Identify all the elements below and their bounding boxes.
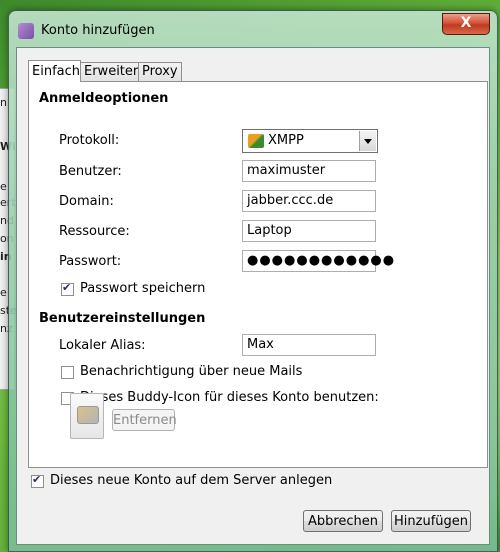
remember-password-label[interactable]: Passwort speichern <box>80 281 205 296</box>
remove-icon-button[interactable]: Entfernen <box>112 409 177 431</box>
mail-notify-label[interactable]: Benachrichtigung über neue Mails <box>80 364 302 379</box>
buddy-icon-label[interactable]: Dieses Buddy-Icon für dieses Konto benut… <box>80 390 379 405</box>
background-text: e <box>0 180 7 193</box>
close-button[interactable]: X <box>442 13 490 35</box>
user-label: Benutzer: <box>59 164 122 179</box>
user-input[interactable]: maximuster <box>242 160 376 182</box>
xmpp-icon <box>248 134 264 148</box>
remember-password-checkbox[interactable] <box>61 281 74 296</box>
tab-einfach[interactable]: Einfach <box>28 60 81 82</box>
alias-input[interactable]: Max <box>242 334 376 356</box>
pidgin-app-icon <box>18 23 34 39</box>
cancel-button[interactable]: Abbrechen <box>303 510 383 532</box>
tab-label: Einfach <box>32 64 80 79</box>
add-account-dialog: Konto hinzufügen X Einfach Erweitert Pro… <box>8 10 498 552</box>
section-heading-login-options: Anmeldeoptionen <box>39 91 169 106</box>
window-title: Konto hinzufügen <box>41 23 155 38</box>
tab-proxy[interactable]: Proxy <box>138 62 182 81</box>
dialog-client-area: Einfach Erweitert Proxy Anmeldeoptionen … <box>16 47 490 545</box>
protocol-select[interactable]: XMPP <box>242 129 378 153</box>
tab-panel-einfach: Anmeldeoptionen Protokoll: XMPP Benutzer… <box>28 81 488 468</box>
background-text: n <box>0 96 7 109</box>
alias-label: Lokaler Alias: <box>59 338 146 353</box>
section-heading-user-settings: Benutzereinstellungen <box>39 311 206 326</box>
add-button[interactable]: Hinzufügen <box>391 510 471 532</box>
resource-label: Ressource: <box>59 224 130 239</box>
password-input[interactable]: ●●●●●●●●●●●● <box>242 250 394 272</box>
resource-input[interactable]: Laptop <box>242 220 376 242</box>
tab-label: Proxy <box>142 64 178 79</box>
buddy-picture-icon <box>77 406 99 424</box>
password-label: Passwort: <box>59 254 122 269</box>
background-text: e <box>0 286 7 299</box>
create-on-server-label[interactable]: Dieses neue Konto auf dem Server anlegen <box>50 473 332 488</box>
title-bar[interactable]: Konto hinzufügen X <box>9 11 497 47</box>
create-on-server-checkbox[interactable] <box>31 473 44 488</box>
domain-label: Domain: <box>59 194 114 209</box>
buddy-icon-button[interactable] <box>70 393 104 439</box>
protocol-label: Protokoll: <box>59 133 120 148</box>
protocol-value: XMPP <box>268 133 304 148</box>
domain-input[interactable]: jabber.ccc.de <box>242 190 376 212</box>
tab-erweitert[interactable]: Erweitert <box>80 62 144 81</box>
tab-label: Erweitert <box>84 64 144 79</box>
chevron-down-icon[interactable] <box>359 131 376 151</box>
mail-notify-checkbox[interactable] <box>61 366 74 379</box>
